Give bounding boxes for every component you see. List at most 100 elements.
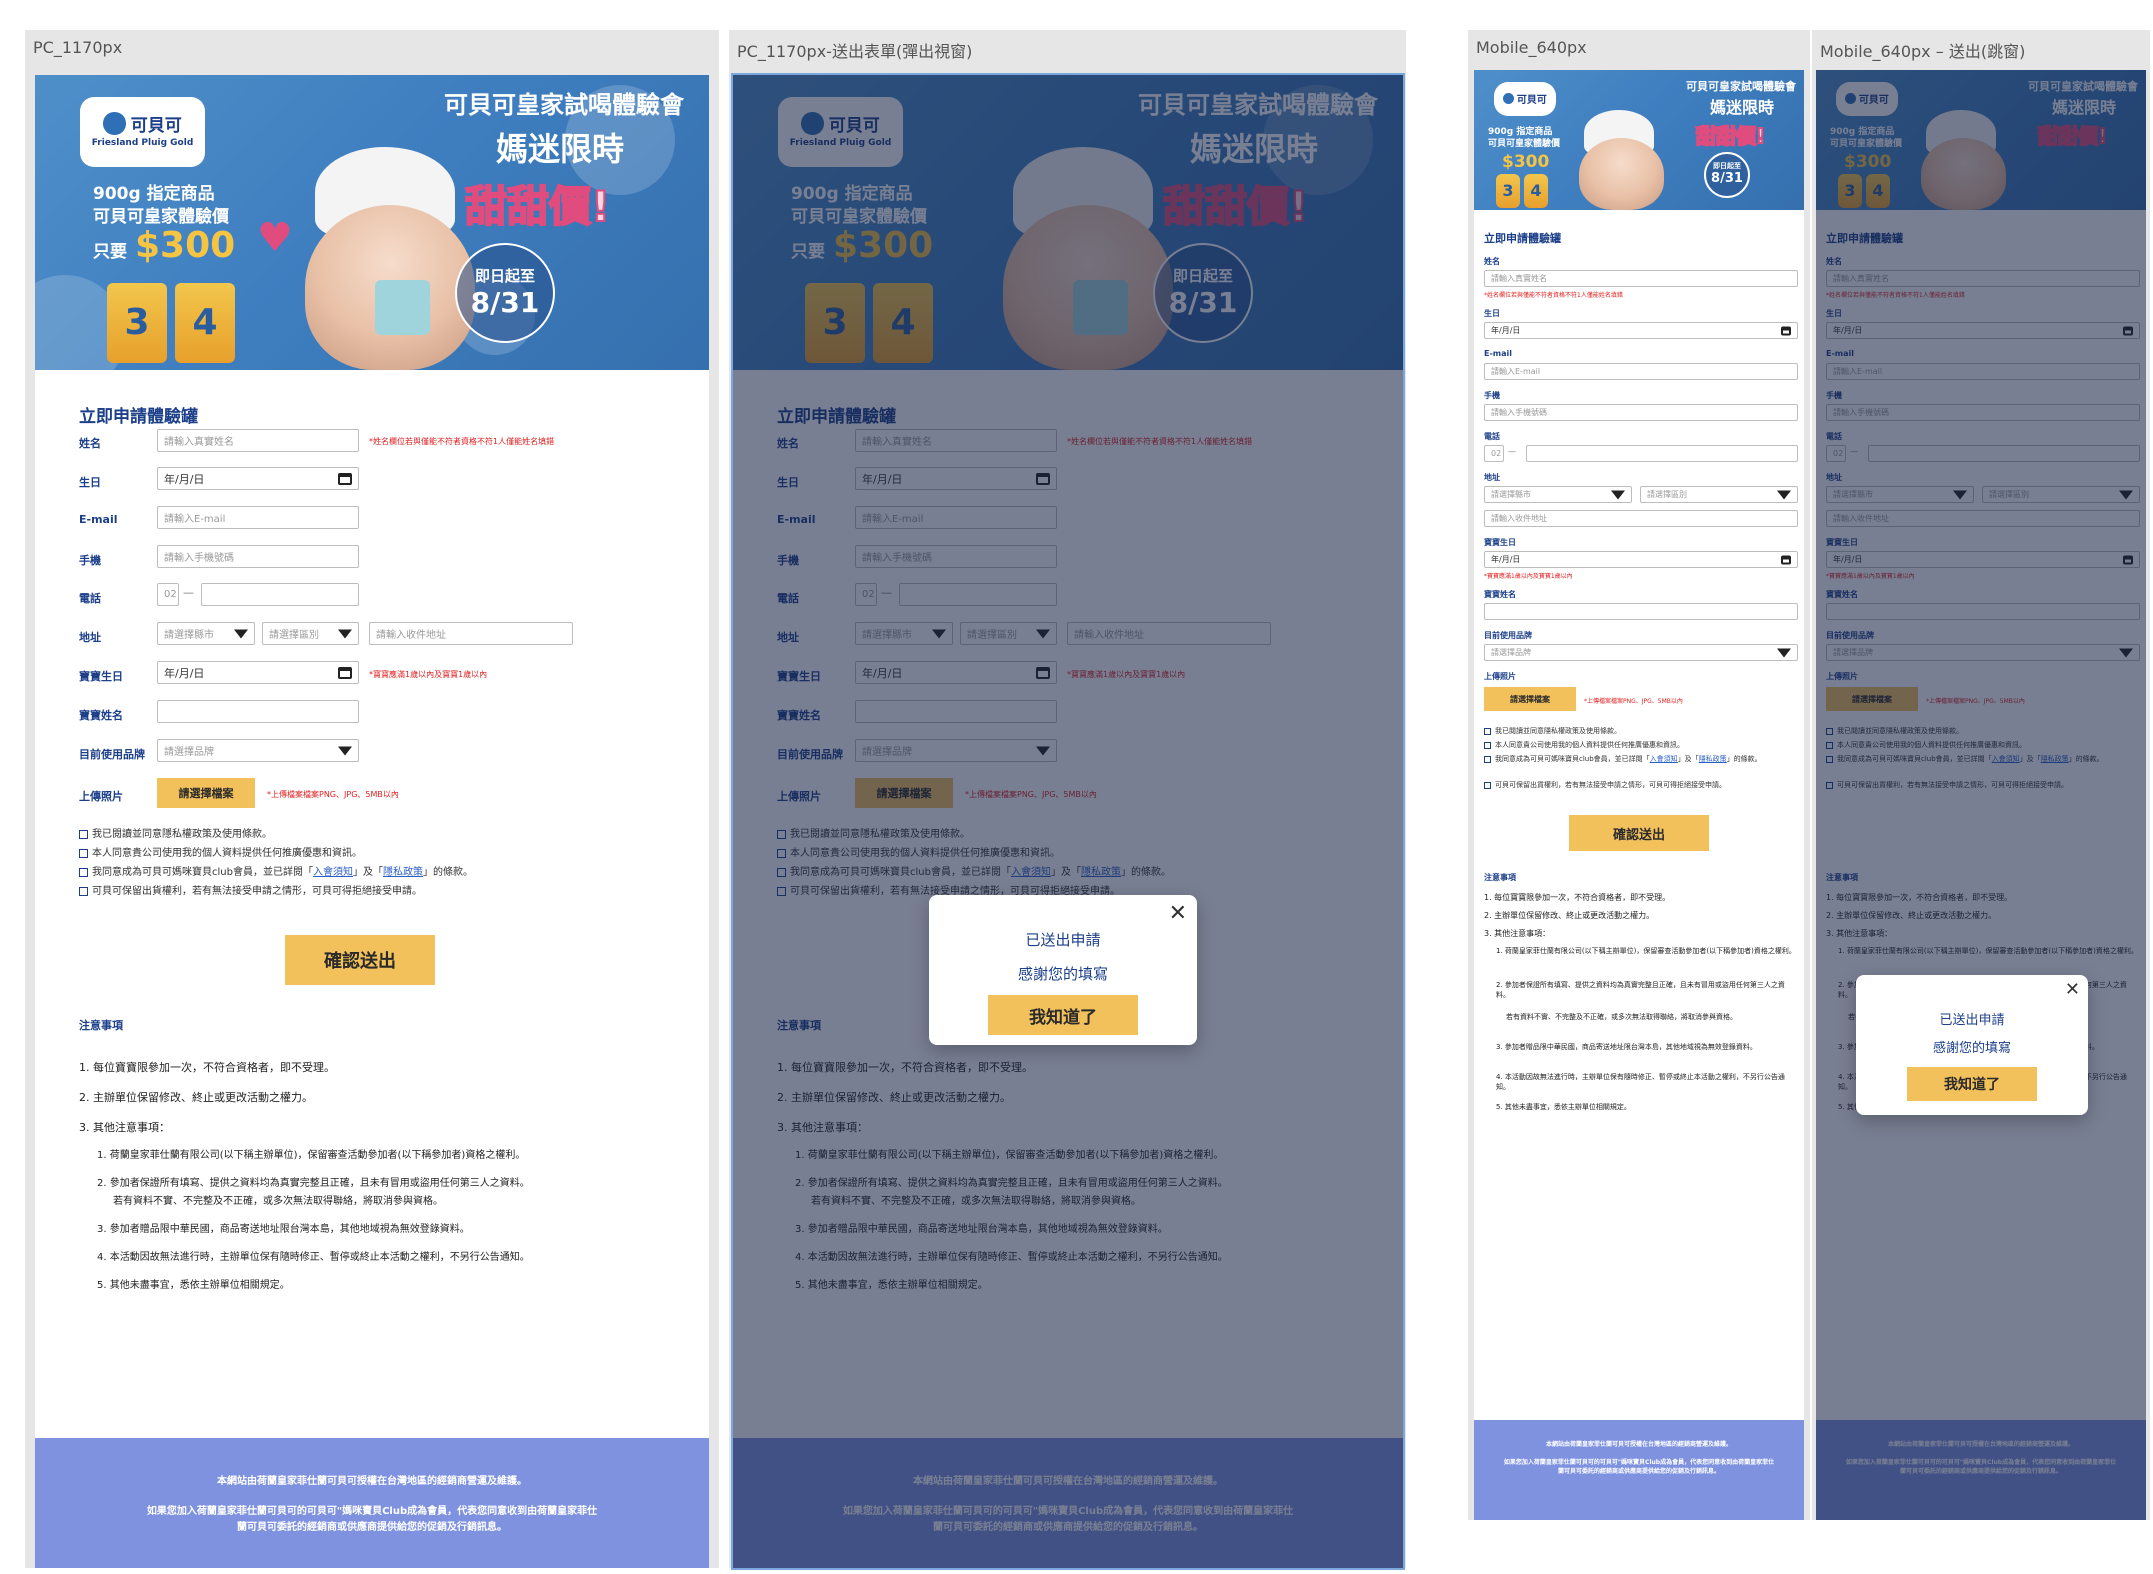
checkbox-marketing[interactable]: 本人同意貴公司使用我的個人資料提供任何推廣優惠和資訊。	[79, 844, 362, 859]
modal-overlay[interactable]	[733, 75, 1403, 1568]
checkbox-icon[interactable]	[1484, 781, 1491, 789]
product-can-3: 3	[107, 283, 167, 363]
upload-button[interactable]: 請選擇檔案	[157, 778, 255, 808]
phone-label: 手機	[1484, 391, 1500, 400]
artboard-label: PC_1170px	[33, 38, 123, 57]
calendar-icon[interactable]	[338, 666, 352, 679]
close-icon[interactable]: ✕	[2065, 981, 2080, 999]
product-can-4: 4	[175, 283, 235, 363]
banner-sweet-price: 甜甜價!	[1695, 123, 1766, 149]
member-terms-link[interactable]: 入會須知	[1650, 755, 1678, 763]
birthday-input[interactable]: 年/月/日	[157, 467, 359, 490]
baby-birthday-input[interactable]: 年/月/日	[157, 661, 359, 684]
submit-button[interactable]: 確認送出	[285, 935, 435, 985]
checkbox-icon[interactable]	[79, 829, 88, 839]
artboard-label: PC_1170px-送出表單(彈出視窗)	[737, 42, 973, 61]
modal-overlay[interactable]	[1816, 70, 2146, 1520]
brand-label: 目前使用品牌	[79, 748, 145, 761]
hero-banner: 可貝可 Friesland Pluig Gold 可貝可皇家試喝體驗會 媽迷限時…	[35, 75, 709, 370]
city-select[interactable]: 請選擇縣市	[157, 622, 255, 645]
pc-page: 可貝可 Friesland Pluig Gold 可貝可皇家試喝體驗會 媽迷限時…	[35, 75, 709, 1568]
member-terms-link[interactable]: 入會須知	[313, 867, 353, 878]
modal-ok-button[interactable]: 我知道了	[1907, 1067, 2037, 1101]
footer-line-3: 蘭可貝可委託的經銷商或供應商提供給您的促銷及行銷訊息。	[237, 1522, 507, 1533]
chevron-down-icon	[1777, 648, 1791, 657]
product-can-4: 4	[1524, 174, 1548, 208]
checkbox-shipping[interactable]: 可貝可保留出貨權利，若有無法接受申請之情形，可貝可得拒絕接受申請。	[79, 882, 422, 897]
privacy-policy-link[interactable]: 隱私政策	[1699, 755, 1727, 763]
baby-name-input[interactable]	[157, 700, 359, 723]
checkbox-icon[interactable]	[1484, 727, 1491, 735]
baby-name-input[interactable]	[1484, 603, 1798, 620]
footer-line-1: 本網站由荷蘭皇家菲仕蘭可貝可授權在台灣地區的經銷商營運及維護。	[217, 1476, 527, 1487]
modal-ok-button[interactable]: 我知道了	[988, 995, 1138, 1035]
banner-price: $300	[135, 225, 236, 266]
banner-headline-2: 媽迷限時	[1709, 98, 1774, 117]
tel-number-input[interactable]	[1526, 445, 1798, 462]
checkbox-icon[interactable]	[79, 886, 88, 896]
subnote-2b: 若有資料不實、不完整及不正確，或多次無法取得聯絡，將取消參與資格。	[1506, 1013, 1737, 1021]
modal-message-sent: 已送出申請	[1025, 931, 1101, 949]
chevron-down-icon	[234, 629, 248, 638]
checkbox-icon[interactable]	[1484, 755, 1491, 763]
artboard-label: Mobile_640px – 送出(跳窗)	[1820, 42, 2026, 61]
brand-logo: 可貝可	[1494, 82, 1556, 116]
birthday-input[interactable]: 年/月/日	[1484, 322, 1798, 339]
baby-birthday-label: 寶寶生日	[1484, 538, 1516, 547]
name-input[interactable]: 請輸入真實姓名	[1484, 270, 1798, 287]
checkbox-privacy[interactable]: 我已閱讀並同意隱私權政策及使用條款。	[79, 825, 272, 840]
mobile-page: 可貝可 可貝可皇家試喝體驗會 媽迷限時 甜甜價! 900g 指定商品 可貝可皇家…	[1474, 70, 1804, 1520]
banner-promo: 900g 指定商品 可貝可皇家體驗價	[1488, 127, 1561, 150]
checkbox-privacy[interactable]: 我已閱讀並同意隱私權政策及使用條款。	[1484, 726, 1621, 736]
district-select[interactable]: 請選擇區別	[1640, 486, 1798, 503]
success-modal: ✕ 已送出申請 感謝您的填寫 我知道了	[929, 895, 1197, 1045]
brand-select[interactable]: 請選擇品牌	[1484, 644, 1798, 661]
address-label: 地址	[79, 631, 101, 644]
privacy-policy-link[interactable]: 隱私政策	[383, 867, 423, 878]
banner-price: $300	[1502, 152, 1550, 172]
note-3: 3. 其他注意事項：	[79, 1121, 170, 1134]
date-badge: 即日起至 8/31	[1704, 152, 1750, 198]
checkbox-icon[interactable]	[79, 867, 88, 877]
address-label: 地址	[1484, 473, 1500, 482]
calendar-icon[interactable]	[1781, 555, 1791, 564]
checkbox-icon[interactable]	[1484, 741, 1491, 749]
phone-input[interactable]: 請輸入手機號碼	[157, 545, 359, 568]
phone-input[interactable]: 請輸入手機號碼	[1484, 404, 1798, 421]
banner-headline: 可貝可皇家試喝體驗會	[1686, 80, 1796, 93]
checkbox-icon[interactable]	[79, 848, 88, 858]
checkbox-member[interactable]: 我同意成為可貝可媽咪寶貝club會員，並已詳閱「入會須知」及「隱私政策」的條款。	[79, 863, 473, 878]
tel-area-input[interactable]: 02	[157, 583, 179, 606]
checkbox-shipping[interactable]: 可貝可保留出貨權利，若有無法接受申請之情形，可貝可得拒絕接受申請。	[1484, 780, 1798, 791]
baby-birthday-hint: *寶寶應滿1歲以內及寶寶1歲以內	[1484, 573, 1573, 580]
name-input[interactable]: 請輸入真實姓名	[157, 429, 359, 452]
calendar-icon[interactable]	[1781, 326, 1791, 335]
email-input[interactable]: 請輸入E-mail	[1484, 363, 1798, 380]
brand-select[interactable]: 請選擇品牌	[157, 739, 359, 762]
address-input[interactable]: 請輸入收件地址	[1484, 510, 1798, 527]
artboard-mobile: Mobile_640px 可貝可 可貝可皇家試喝體驗會 媽迷限時 甜甜價! 90…	[1468, 30, 1810, 1520]
notes-title: 注意事項	[79, 1019, 123, 1032]
city-select[interactable]: 請選擇縣市	[1484, 486, 1632, 503]
brand-logo: 可貝可 Friesland Pluig Gold	[80, 97, 205, 167]
address-input[interactable]: 請輸入收件地址	[369, 622, 573, 645]
name-hint: *姓名欄位若與僅能不符者資格不符1人僅能姓名填錯	[1484, 292, 1623, 299]
calendar-icon[interactable]	[338, 472, 352, 485]
baby-birthday-input[interactable]: 年/月/日	[1484, 551, 1798, 568]
checkbox-member[interactable]: 我同意成為可貝可媽咪寶貝club會員，並已詳閱「入會須知」及「隱私政策」的條款。	[1484, 754, 1798, 765]
modal-message-thanks: 感謝您的填寫	[1932, 1041, 2011, 1056]
subnote-4: 4. 本活動因故無法進行時，主辦單位保有隨時修正、暫停或終止本活動之權利，不另行…	[97, 1252, 530, 1263]
tel-number-input[interactable]	[201, 583, 359, 606]
tel-area-input[interactable]: 02	[1484, 445, 1504, 462]
district-select[interactable]: 請選擇區別	[262, 622, 359, 645]
baby-birthday-hint: *寶寶應滿1歲以內及寶寶1歲以內	[369, 670, 488, 679]
banner-promo: 900g 指定商品 可貝可皇家體驗價	[93, 184, 229, 227]
upload-button[interactable]: 請選擇檔案	[1484, 687, 1576, 711]
email-input[interactable]: 請輸入E-mail	[157, 506, 359, 529]
pc-modal-page: 可貝可 Friesland Pluig Gold 可貝可皇家試喝體驗會 媽迷限時…	[731, 73, 1405, 1570]
checkbox-marketing[interactable]: 本人同意貴公司使用我的個人資料提供任何推廣優惠和資訊。	[1484, 740, 1684, 750]
mobile-modal-page: 可貝可 可貝可皇家試喝體驗會 媽迷限時 甜甜價! 900g 指定商品 可貝可皇家…	[1816, 70, 2146, 1520]
close-icon[interactable]: ✕	[1169, 903, 1187, 925]
submit-button[interactable]: 確認送出	[1569, 815, 1709, 851]
baby-name-label: 寶寶姓名	[79, 709, 123, 722]
